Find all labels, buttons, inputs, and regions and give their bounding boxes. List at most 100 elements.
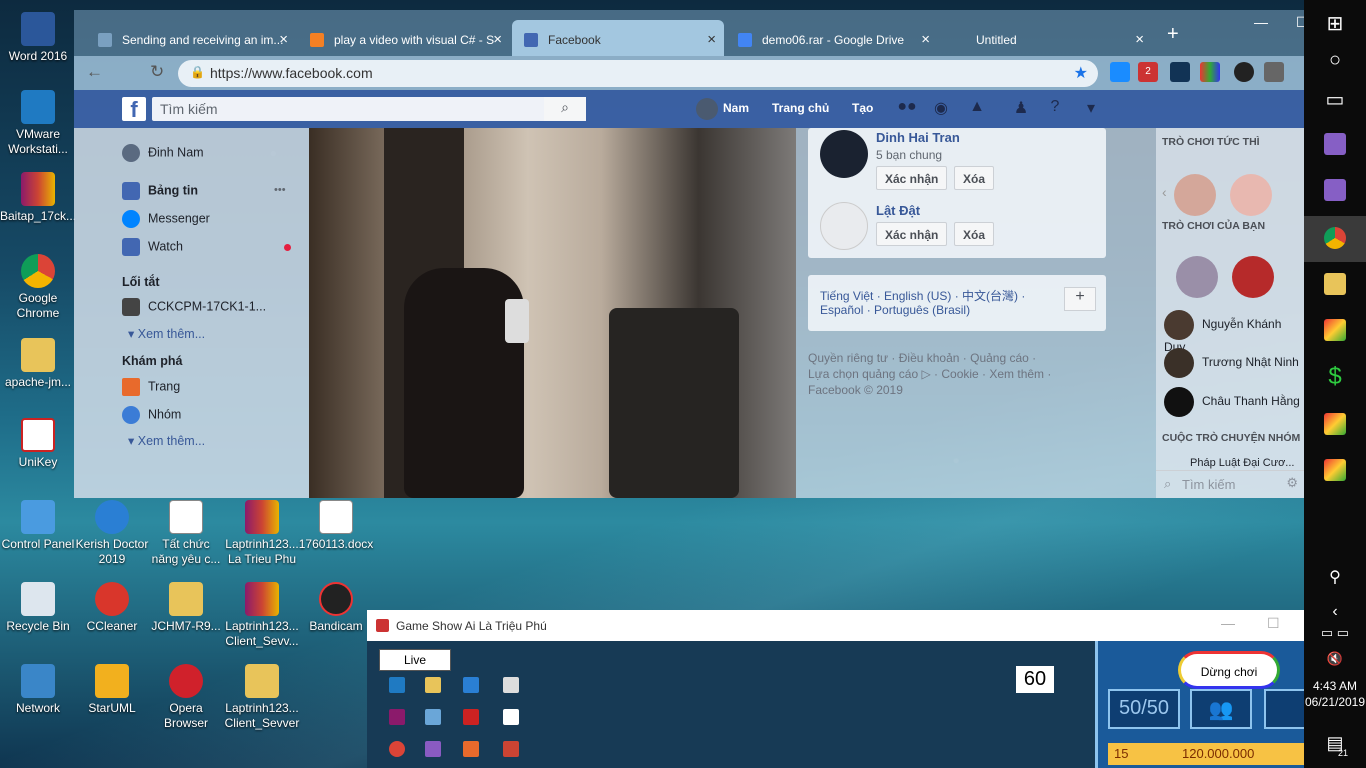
friend-request-name[interactable]: Lật Đật — [876, 203, 920, 218]
confirm-button[interactable]: Xác nhận — [876, 166, 948, 190]
extension-se-icon[interactable] — [1264, 62, 1284, 82]
desktop-icon-bandicam[interactable]: Bandicam — [298, 582, 374, 634]
desktop-icon-laptrinh-client2[interactable]: Laptrinh123... Client_Sevver — [224, 664, 300, 731]
desktop-icon-doc[interactable]: Tất chức năng yêu c... — [148, 500, 224, 567]
notification-center-icon[interactable]: ▤ 21 — [1304, 722, 1366, 768]
home-link[interactable]: Trang chủ — [772, 101, 829, 115]
extension-icon[interactable] — [1110, 62, 1130, 82]
chevron-left-icon[interactable]: ‹ — [1162, 184, 1167, 200]
see-more-explore-link[interactable]: ▾ Xem thêm... — [128, 433, 205, 448]
desktop-icon-word[interactable]: Word 2016 — [0, 12, 76, 64]
dollar-app-icon[interactable]: $ — [1304, 356, 1366, 402]
avatar[interactable] — [820, 130, 868, 178]
desktop-icon-unikey[interactable]: UniKey — [0, 418, 76, 470]
chrome-taskbar-icon[interactable] — [1304, 216, 1366, 262]
footer-line[interactable]: Lựa chọn quảng cáo ▷ · Cookie · Xem thêm… — [808, 366, 1108, 382]
nav-messenger[interactable]: Messenger — [122, 210, 210, 228]
more-options-icon[interactable]: ••• — [274, 184, 286, 196]
desktop-icon-laptrinh-client[interactable]: Laptrinh123... Client_Sevv... — [224, 582, 300, 649]
stop-game-button[interactable]: Dừng chơi — [1178, 651, 1280, 689]
game-thumbnail[interactable] — [1174, 174, 1216, 216]
nav-news-feed[interactable]: Bảng tin — [122, 182, 198, 200]
lifeline-fifty-fifty-button[interactable]: 50/50 — [1108, 689, 1180, 729]
profile-link[interactable]: Nam — [723, 101, 749, 115]
game-thumbnail[interactable] — [1232, 256, 1274, 298]
chat-contact[interactable]: Châu Thanh Hằng — [1164, 387, 1300, 417]
close-icon[interactable]: × — [493, 31, 502, 48]
system-clock[interactable]: 4:43 AM 06/21/2019 — [1304, 678, 1366, 710]
delete-button[interactable]: Xóa — [954, 166, 995, 190]
bell-icon[interactable]: ▲ — [966, 98, 988, 120]
desktop-icon-apache[interactable]: apache-jm... — [0, 338, 76, 390]
visual-studio-icon[interactable] — [1304, 122, 1366, 168]
avatar[interactable] — [820, 202, 868, 250]
lifeline-phone-button[interactable] — [1264, 689, 1307, 729]
add-language-button[interactable]: + — [1064, 287, 1096, 311]
create-link[interactable]: Tạo — [852, 101, 873, 115]
desktop-icon-ccleaner[interactable]: CCleaner — [74, 582, 150, 634]
lifeline-ask-audience-button[interactable]: 👥 — [1190, 689, 1252, 729]
desktop-icon-vmware[interactable]: VMware Workstati... — [0, 90, 76, 157]
confirm-button[interactable]: Xác nhận — [876, 222, 948, 246]
desktop-icon-chrome[interactable]: Google Chrome — [0, 254, 76, 321]
groups-icon[interactable]: ♟ — [1010, 98, 1032, 120]
friend-request-name[interactable]: Dinh Hai Tran — [876, 130, 960, 145]
tab-google-drive[interactable]: demo06.rar - Google Drive × — [726, 20, 938, 56]
avatar[interactable] — [696, 98, 718, 120]
close-icon[interactable]: × — [279, 31, 288, 48]
group-conversation[interactable]: Pháp Luật Đại Cươ... — [1190, 457, 1294, 469]
chat-search-input[interactable]: ⌕ Tìm kiếm ⚙ — [1156, 470, 1304, 498]
close-icon[interactable]: × — [707, 31, 716, 48]
chevron-down-icon[interactable]: ▾ — [1080, 98, 1102, 120]
language-links[interactable]: Tiếng Việt · English (US) · 中文(台灣) · — [820, 287, 1025, 304]
delete-button[interactable]: Xóa — [954, 222, 995, 246]
app-taskbar-icon[interactable] — [1304, 448, 1366, 494]
tab-sending-image[interactable]: Sending and receiving an im... × — [86, 20, 296, 56]
extension-badge-icon[interactable]: 2 — [1138, 62, 1158, 82]
nav-pages[interactable]: Trang — [122, 378, 180, 396]
extension-grid-icon[interactable] — [1200, 62, 1220, 82]
nav-watch[interactable]: Watch — [122, 238, 183, 256]
app-taskbar-icon[interactable] — [1304, 402, 1366, 448]
see-more-shortcuts-link[interactable]: ▾ Xem thêm... — [128, 326, 205, 341]
desktop-icon-control-panel[interactable]: Control Panel — [0, 500, 76, 552]
game-thumbnail[interactable] — [1176, 256, 1218, 298]
minimize-button[interactable]: — — [1221, 615, 1235, 631]
address-bar[interactable]: 🔒 https://www.facebook.com ★ — [178, 60, 1098, 87]
maximize-button[interactable]: ☐ — [1267, 615, 1280, 632]
chat-contact[interactable]: Trương Nhật Ninh — [1164, 348, 1299, 378]
game-thumbnail[interactable] — [1230, 174, 1272, 216]
desktop-icon-kerish[interactable]: Kerish Doctor 2019 — [74, 500, 150, 567]
tab-untitled[interactable]: Untitled × — [940, 20, 1152, 56]
visual-studio-icon[interactable] — [1304, 168, 1366, 214]
language-links[interactable]: Español · Português (Brasil) — [820, 303, 970, 317]
footer-line[interactable]: Quyền riêng tư · Điều khoản · Quảng cáo … — [808, 350, 1108, 366]
messenger-icon[interactable]: ◉ — [930, 98, 952, 120]
desktop-icon-network[interactable]: Network — [0, 664, 76, 716]
extension-circle-icon[interactable] — [1234, 62, 1254, 82]
bookmark-star-icon[interactable]: ★ — [1074, 63, 1088, 83]
close-icon[interactable]: × — [921, 31, 930, 48]
desktop-icon-opera[interactable]: Opera Browser — [148, 664, 224, 731]
live-button[interactable]: Live — [379, 649, 451, 671]
nav-profile[interactable]: Đinh Nam — [122, 144, 204, 162]
back-icon[interactable]: ← — [86, 62, 103, 82]
desktop-icon-baitap[interactable]: Baitap_17ck... — [0, 172, 76, 224]
desktop-icon-laptrinh-ltp[interactable]: Laptrinh123... La Trieu Phu — [224, 500, 300, 567]
gear-icon[interactable]: ⚙ — [1286, 475, 1298, 491]
task-view-icon[interactable]: ▭ — [1304, 76, 1366, 122]
search-icon[interactable]: ⌕ — [544, 97, 586, 121]
friends-icon[interactable]: ●● — [896, 98, 918, 120]
app-taskbar-icon[interactable] — [1304, 308, 1366, 354]
facebook-logo[interactable]: f — [122, 97, 146, 122]
desktop-icon-docx[interactable]: 1760113.docx — [298, 500, 374, 552]
mutual-friends[interactable]: 5 bạn chung — [876, 148, 942, 162]
reload-icon[interactable]: ↻ — [150, 62, 164, 82]
desktop-icon-recycle-bin[interactable]: Recycle Bin — [0, 582, 76, 634]
desktop-icon-jchm[interactable]: JCHM7-R9... — [148, 582, 224, 634]
nav-groups[interactable]: Nhóm — [122, 406, 181, 424]
facebook-search-input[interactable]: Tìm kiếm ⌕ — [152, 97, 586, 121]
new-tab-button[interactable]: + — [1167, 23, 1179, 46]
file-explorer-icon[interactable] — [1304, 262, 1366, 308]
extension-j-icon[interactable] — [1170, 62, 1190, 82]
